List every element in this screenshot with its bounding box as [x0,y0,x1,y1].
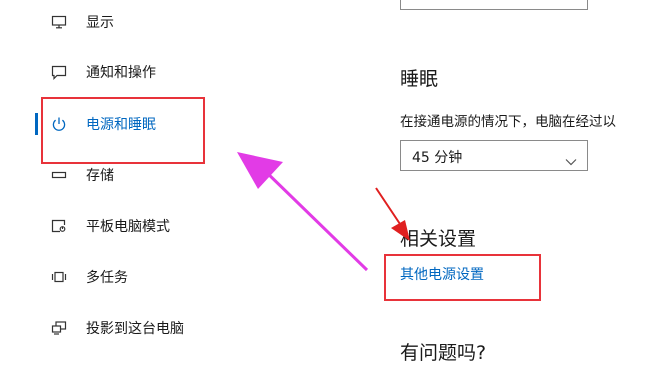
sidebar-item-label: 存储 [86,168,114,184]
sleep-section-title: 睡眠 [400,68,439,90]
sidebar-item-label: 多任务 [86,270,128,286]
sidebar-item-label: 通知和操作 [86,65,156,81]
other-power-settings-link[interactable]: 其他电源设置 [400,264,484,284]
storage-drive-icon [51,167,67,183]
sidebar-item-power-sleep[interactable]: 电源和睡眠 [0,104,240,144]
previous-dropdown[interactable] [400,0,588,10]
sidebar-item-project-to-pc[interactable]: 投影到这台电脑 [0,308,240,348]
tablet-mode-icon [51,218,67,234]
sleep-timeout-select[interactable]: 45 分钟 [400,140,588,171]
power-icon [51,116,67,132]
sidebar-item-notifications[interactable]: 通知和操作 [0,52,240,92]
sidebar-item-storage[interactable]: 存储 [0,155,240,195]
sidebar-item-label: 显示 [86,15,114,31]
notification-icon [51,64,67,80]
sleep-description: 在接通电源的情况下，电脑在经过以 [400,114,616,130]
sidebar-item-multitasking[interactable]: 多任务 [0,257,240,297]
sidebar-item-label: 投影到这台电脑 [86,321,184,337]
related-settings-title: 相关设置 [400,228,477,250]
sidebar-item-tablet-mode[interactable]: 平板电脑模式 [0,206,240,246]
sidebar-item-display[interactable]: 显示 [0,2,240,42]
multitasking-icon [51,269,67,285]
sidebar-item-label: 平板电脑模式 [86,219,170,235]
sidebar-item-label: 电源和睡眠 [86,117,156,133]
project-to-pc-icon [51,320,67,336]
select-value: 45 分钟 [412,150,463,166]
chevron-down-icon [565,151,577,170]
settings-sidebar: 显示 通知和操作 电源和睡眠 存储 平板电脑模式 多任务 投影到这台电脑 [0,0,320,361]
monitor-icon [51,14,67,30]
